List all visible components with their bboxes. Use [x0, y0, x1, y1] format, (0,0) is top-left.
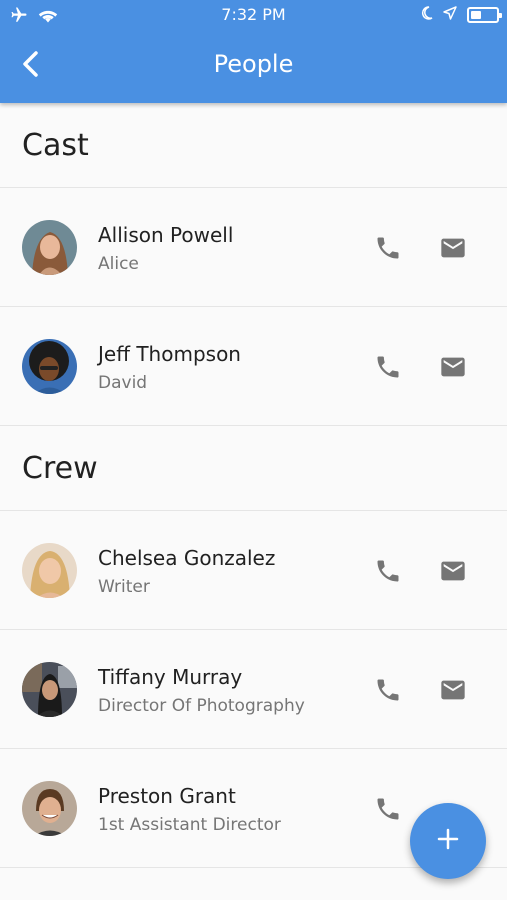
- person-role: Alice: [98, 254, 139, 274]
- status-right: [421, 5, 502, 24]
- avatar: [22, 219, 77, 275]
- phone-icon[interactable]: [374, 234, 402, 262]
- avatar: [22, 780, 77, 836]
- app-bar: 7:32 PM People: [0, 0, 507, 103]
- people-list: Cast Allison Powell Alice Jeff Thompson …: [0, 103, 507, 868]
- mail-icon[interactable]: [438, 353, 468, 381]
- list-item[interactable]: Tiffany Murray Director Of Photography: [0, 630, 507, 749]
- location-icon: [443, 5, 457, 24]
- section-header-crew: Crew: [0, 426, 507, 511]
- page-title: People: [213, 50, 294, 78]
- person-name: Chelsea Gonzalez: [98, 546, 276, 570]
- avatar: [22, 661, 77, 717]
- avatar: [22, 542, 77, 598]
- plus-icon: [437, 828, 459, 854]
- mail-icon[interactable]: [438, 234, 468, 262]
- phone-icon[interactable]: [374, 795, 402, 823]
- person-role: 1st Assistant Director: [98, 815, 281, 835]
- status-bar: 7:32 PM: [0, 0, 507, 30]
- phone-icon[interactable]: [374, 353, 402, 381]
- list-item[interactable]: Chelsea Gonzalez Writer: [0, 511, 507, 630]
- mail-icon[interactable]: [438, 557, 468, 585]
- person-name: Allison Powell: [98, 223, 234, 247]
- person-name: Tiffany Murray: [98, 665, 243, 689]
- phone-icon[interactable]: [374, 557, 402, 585]
- person-name: Preston Grant: [98, 784, 236, 808]
- person-role: Writer: [98, 577, 150, 597]
- battery-icon: [467, 6, 502, 23]
- avatar: [22, 338, 77, 394]
- add-person-button[interactable]: [410, 803, 486, 879]
- person-role: Director Of Photography: [98, 696, 305, 716]
- list-item[interactable]: Jeff Thompson David: [0, 307, 507, 426]
- person-role: David: [98, 373, 148, 393]
- mail-icon[interactable]: [438, 676, 468, 704]
- section-header-cast: Cast: [0, 103, 507, 188]
- phone-icon[interactable]: [374, 676, 402, 704]
- list-item[interactable]: Allison Powell Alice: [0, 188, 507, 307]
- moon-icon: [421, 5, 433, 24]
- person-name: Jeff Thompson: [98, 342, 241, 366]
